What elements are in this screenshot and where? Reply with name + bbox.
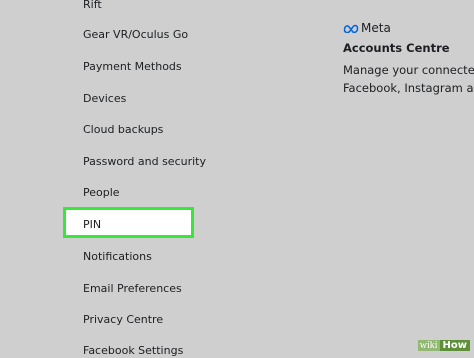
meta-infinity-icon [343,24,359,33]
sidebar-item-gear-vr[interactable]: Gear VR/Oculus Go [83,28,188,42]
sidebar-item-pin[interactable]: PIN [83,218,101,232]
accounts-centre-title: Accounts Centre [343,41,450,55]
watermark-wiki: wiki [417,340,440,351]
sidebar-item-rift[interactable]: Rift [83,0,102,12]
meta-brand: Meta [343,20,474,36]
sidebar-item-payment-methods[interactable]: Payment Methods [83,60,182,74]
sidebar-item-email-preferences[interactable]: Email Preferences [83,282,182,296]
sidebar-item-password-security[interactable]: Password and security [83,155,206,169]
accounts-centre-desc-line2: Facebook, Instagram a [343,81,474,95]
accounts-centre-desc-line1: Manage your connecte [343,63,474,77]
wikihow-watermark: wiki How [417,339,470,352]
sidebar-item-cloud-backups[interactable]: Cloud backups [83,123,163,137]
accounts-centre-panel[interactable]: Meta Accounts Centre Manage your connect… [343,20,474,95]
meta-brand-label: Meta [361,21,391,35]
sidebar-item-devices[interactable]: Devices [83,92,126,106]
settings-sidebar: Rift Gear VR/Oculus Go Payment Methods D… [0,0,300,358]
sidebar-item-privacy-centre[interactable]: Privacy Centre [83,313,163,327]
watermark-how: How [439,340,470,351]
sidebar-item-people[interactable]: People [83,186,120,200]
sidebar-item-facebook-settings[interactable]: Facebook Settings [83,344,183,358]
sidebar-item-notifications[interactable]: Notifications [83,250,152,264]
